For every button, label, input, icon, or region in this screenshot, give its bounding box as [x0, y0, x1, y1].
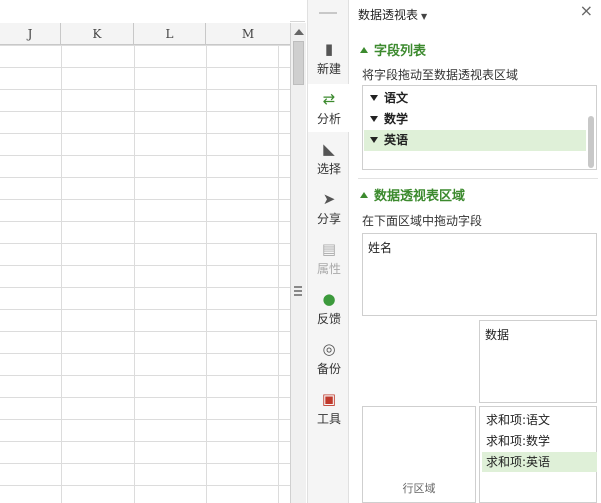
new-icon: ▮ — [324, 40, 334, 58]
tool-label: 新建 — [316, 62, 341, 76]
collapse-triangle-icon — [360, 47, 368, 53]
side-toolbar: ▮ 新建 ⇄ 分析 ◣ 选择 ➤ 分享 ▤ 属性 ● 反馈 ◎ 备份 ▣ 工具 — [307, 0, 350, 503]
column-header-k[interactable]: K — [61, 23, 134, 45]
field-item-chinese[interactable]: 语文 — [364, 88, 586, 109]
pivot-area-section-toggle[interactable]: 数据透视表区域 — [360, 185, 465, 204]
field-label: 英语 — [384, 133, 409, 147]
sheet-vertical-scrollbar[interactable] — [290, 23, 306, 503]
tool-label: 分享 — [316, 212, 341, 226]
properties-icon: ▤ — [321, 240, 337, 258]
grid-line — [278, 45, 279, 503]
section-title: 数据透视表区域 — [374, 189, 466, 204]
tool-new[interactable]: ▮ 新建 — [308, 34, 350, 82]
tool-select[interactable]: ◣ 选择 — [308, 134, 350, 182]
share-icon: ➤ — [322, 190, 336, 208]
field-item-math[interactable]: 数学 — [364, 109, 586, 130]
pivot-area-hint: 在下面区域中拖动字段 — [362, 214, 483, 228]
data-area-zone[interactable]: 数据 — [479, 320, 597, 403]
row-area-label: 行区域 — [402, 482, 436, 495]
values-area-zone[interactable]: 求和项:语文 求和项:数学 求和项:英语 — [479, 406, 597, 503]
column-header-m[interactable]: M — [206, 23, 290, 45]
value-item[interactable]: 求和项:英语 — [482, 452, 597, 472]
row-area-zone[interactable]: 行区域 — [362, 406, 476, 503]
grid-line — [134, 45, 135, 503]
tool-backup[interactable]: ◎ 备份 — [308, 334, 350, 382]
tool-feedback[interactable]: ● 反馈 — [308, 284, 350, 332]
spreadsheet-grid[interactable]: J K L M — [0, 0, 290, 503]
column-header-row: J K L M — [0, 23, 290, 45]
field-list-section-toggle[interactable]: 字段列表 — [360, 40, 426, 59]
grid-line — [206, 45, 207, 503]
backup-icon: ◎ — [322, 340, 336, 358]
expand-triangle-icon[interactable] — [370, 95, 378, 101]
toolbox-icon: ▣ — [321, 390, 337, 408]
tool-analyze[interactable]: ⇄ 分析 — [308, 84, 350, 132]
field-list-scrollbar[interactable] — [588, 116, 594, 168]
close-icon[interactable]: × — [580, 3, 593, 19]
feedback-icon: ● — [322, 290, 336, 308]
column-header-l[interactable]: L — [134, 23, 206, 45]
field-label: 数学 — [384, 112, 409, 126]
tool-label: 反馈 — [316, 312, 341, 326]
panel-title: 数据透视表 — [358, 8, 419, 22]
data-area-item[interactable]: 数据 — [485, 326, 509, 343]
collapse-triangle-icon — [360, 192, 368, 198]
expand-triangle-icon[interactable] — [370, 116, 378, 122]
column-area-item[interactable]: 姓名 — [368, 239, 392, 256]
expand-triangle-icon[interactable] — [370, 137, 378, 143]
tool-share[interactable]: ➤ 分享 — [308, 184, 350, 232]
grid-line — [61, 45, 62, 503]
cell-grid[interactable] — [0, 45, 290, 503]
tool-label: 工具 — [316, 412, 341, 426]
value-item[interactable]: 求和项:数学 — [482, 431, 597, 451]
tool-label: 备份 — [316, 362, 341, 376]
field-list-hint: 将字段拖动至数据透视表区域 — [362, 68, 519, 82]
tool-label: 选择 — [316, 162, 341, 176]
tool-properties: ▤ 属性 — [308, 234, 350, 282]
panel-title-dropdown[interactable]: 数据透视表 ▼ — [358, 6, 427, 23]
scroll-up-arrow-icon[interactable] — [294, 29, 304, 35]
field-label: 语文 — [384, 91, 409, 105]
section-divider — [358, 178, 598, 179]
field-item-english[interactable]: 英语 — [364, 130, 586, 151]
panel-resize-handle[interactable] — [294, 286, 302, 298]
column-header-j[interactable]: J — [0, 23, 61, 45]
tool-label: 属性 — [316, 262, 341, 276]
toolbar-grip[interactable] — [319, 12, 337, 14]
scroll-thumb[interactable] — [293, 41, 304, 85]
column-area-zone[interactable]: 姓名 — [362, 233, 597, 316]
pivot-table-panel: 数据透视表 ▼ × 字段列表 将字段拖动至数据透视表区域 语文 数学 英语 数据透… — [350, 0, 601, 503]
tool-label: 分析 — [316, 112, 341, 126]
field-list-box[interactable]: 语文 数学 英语 — [362, 85, 597, 170]
select-icon: ◣ — [323, 140, 335, 158]
chevron-down-icon: ▼ — [421, 12, 428, 21]
value-item[interactable]: 求和项:语文 — [482, 410, 597, 430]
tool-tools[interactable]: ▣ 工具 — [308, 384, 350, 432]
analyze-icon: ⇄ — [322, 90, 336, 108]
section-title: 字段列表 — [374, 44, 427, 59]
